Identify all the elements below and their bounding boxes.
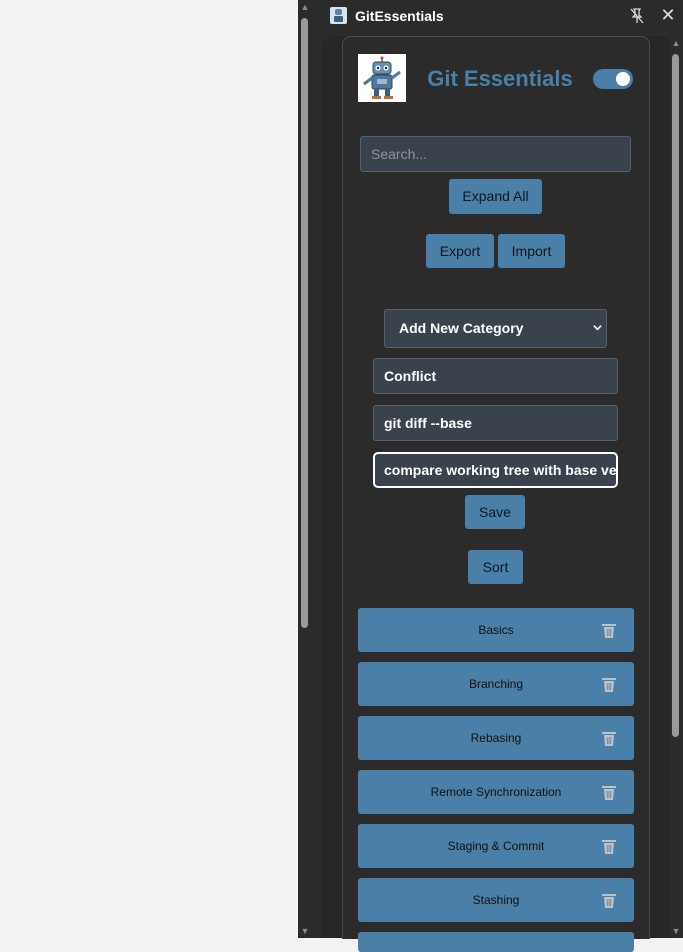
- robot-logo: [358, 54, 406, 102]
- outer-scrollbar[interactable]: ▲ ▼: [298, 0, 312, 938]
- search-input[interactable]: [360, 136, 631, 172]
- category-label: Branching: [468, 677, 524, 691]
- category-item-stashing[interactable]: Stashing: [358, 878, 634, 922]
- unpin-icon: [630, 8, 644, 24]
- scroll-down-arrow[interactable]: ▼: [298, 924, 312, 938]
- unpin-button[interactable]: [627, 6, 647, 26]
- title-bar: GitEssentials ✕: [312, 0, 683, 32]
- window-title: GitEssentials: [355, 8, 444, 24]
- brand-title: Git Essentials: [427, 66, 573, 91]
- side-panel: GitEssentials ✕ Git Essentials Search...…: [312, 0, 683, 952]
- chevron-down-icon: [593, 325, 602, 331]
- trash-icon[interactable]: [601, 622, 617, 639]
- category-label: Stashing: [472, 893, 520, 907]
- trash-icon[interactable]: [601, 676, 617, 693]
- trash-icon[interactable]: [601, 838, 617, 855]
- category-select[interactable]: Add New Category: [384, 309, 607, 348]
- scrollbar-thumb[interactable]: [301, 18, 308, 628]
- category-name-field[interactable]: Conflict: [373, 358, 618, 394]
- category-label: Rebasing: [470, 731, 522, 745]
- trash-icon[interactable]: [601, 784, 617, 801]
- category-item-remote-synchronization[interactable]: Remote Synchronization: [358, 770, 634, 814]
- trash-icon[interactable]: [601, 730, 617, 747]
- category-item-staging-commit[interactable]: Staging & Commit: [358, 824, 634, 868]
- command-field[interactable]: git diff --base: [373, 405, 618, 441]
- close-button[interactable]: ✕: [658, 4, 678, 26]
- panel-scrollbar[interactable]: ▲ ▼: [669, 36, 683, 938]
- category-item-partial[interactable]: [358, 932, 634, 952]
- extension-card: Git Essentials Expand All Export Import …: [342, 36, 650, 952]
- category-label: Basics: [478, 623, 514, 637]
- robot-icon: [330, 7, 347, 24]
- close-icon: ✕: [660, 5, 676, 25]
- import-button[interactable]: Import: [498, 234, 565, 268]
- theme-toggle[interactable]: [593, 69, 633, 89]
- export-button[interactable]: Export: [426, 234, 494, 268]
- category-item-basics[interactable]: Basics: [358, 608, 634, 652]
- description-field[interactable]: compare working tree with base version: [373, 452, 618, 488]
- category-label: Staging & Commit: [447, 839, 545, 853]
- scroll-up-arrow[interactable]: ▲: [298, 0, 312, 14]
- trash-icon[interactable]: [601, 892, 617, 909]
- content-frame: Git Essentials Expand All Export Import …: [322, 36, 672, 952]
- category-item-branching[interactable]: Branching: [358, 662, 634, 706]
- panel-scroll-down-arrow[interactable]: ▼: [669, 924, 683, 938]
- category-select-value: Add New Category: [399, 320, 524, 336]
- save-button[interactable]: Save: [465, 495, 525, 529]
- category-item-rebasing[interactable]: Rebasing: [358, 716, 634, 760]
- toggle-knob: [616, 72, 630, 86]
- panel-scrollbar-thumb[interactable]: [672, 54, 679, 737]
- panel-scroll-up-arrow[interactable]: ▲: [669, 36, 683, 50]
- expand-all-button[interactable]: Expand All: [449, 179, 542, 214]
- sort-button[interactable]: Sort: [468, 550, 523, 584]
- category-label: Remote Synchronization: [430, 785, 562, 799]
